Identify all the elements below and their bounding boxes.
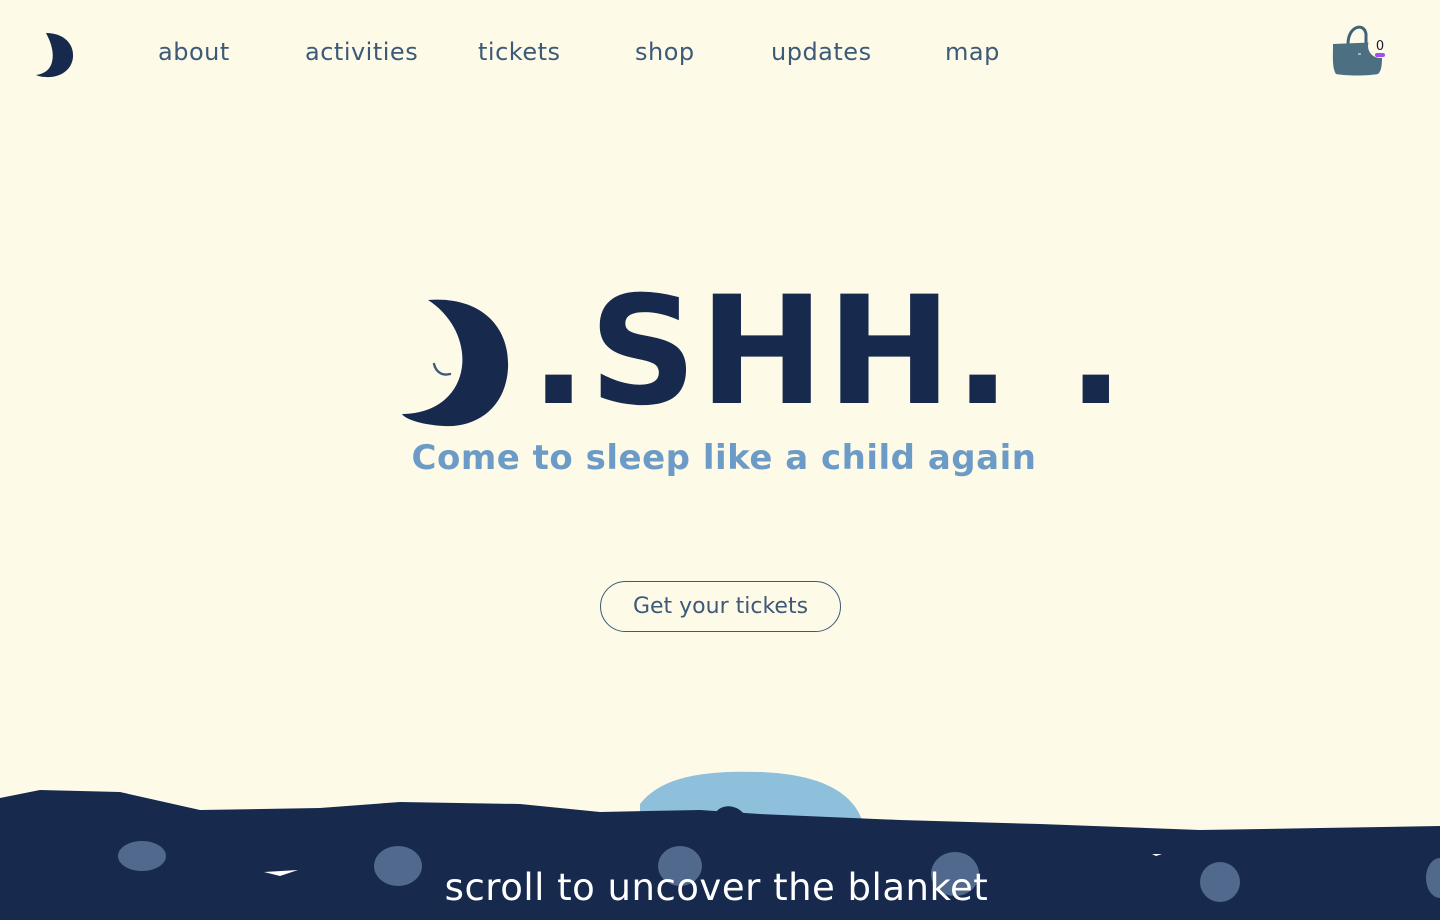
- hero-title: .SHH. .: [530, 265, 1127, 439]
- hero-tagline: Come to sleep like a child again: [411, 438, 1037, 478]
- cart-count: 0: [1375, 38, 1385, 54]
- nav-link-map[interactable]: map: [945, 38, 1000, 66]
- nav-link-activities[interactable]: activities: [305, 38, 418, 66]
- hero-logo: .SHH. .: [400, 272, 1124, 440]
- nav-link-tickets[interactable]: tickets: [478, 38, 561, 66]
- nav-link-about[interactable]: about: [158, 38, 230, 66]
- sleeping-moon-icon: [402, 299, 509, 427]
- cart-badge-accent: [1375, 53, 1385, 57]
- nav-link-shop[interactable]: shop: [635, 38, 695, 66]
- get-tickets-button[interactable]: Get your tickets: [600, 581, 841, 632]
- cart-button[interactable]: 0: [1328, 18, 1398, 80]
- main-nav: about activities tickets shop updates ma…: [0, 38, 1100, 78]
- nav-link-updates[interactable]: updates: [771, 38, 872, 66]
- scroll-hint: scroll to uncover the blanket: [444, 866, 989, 909]
